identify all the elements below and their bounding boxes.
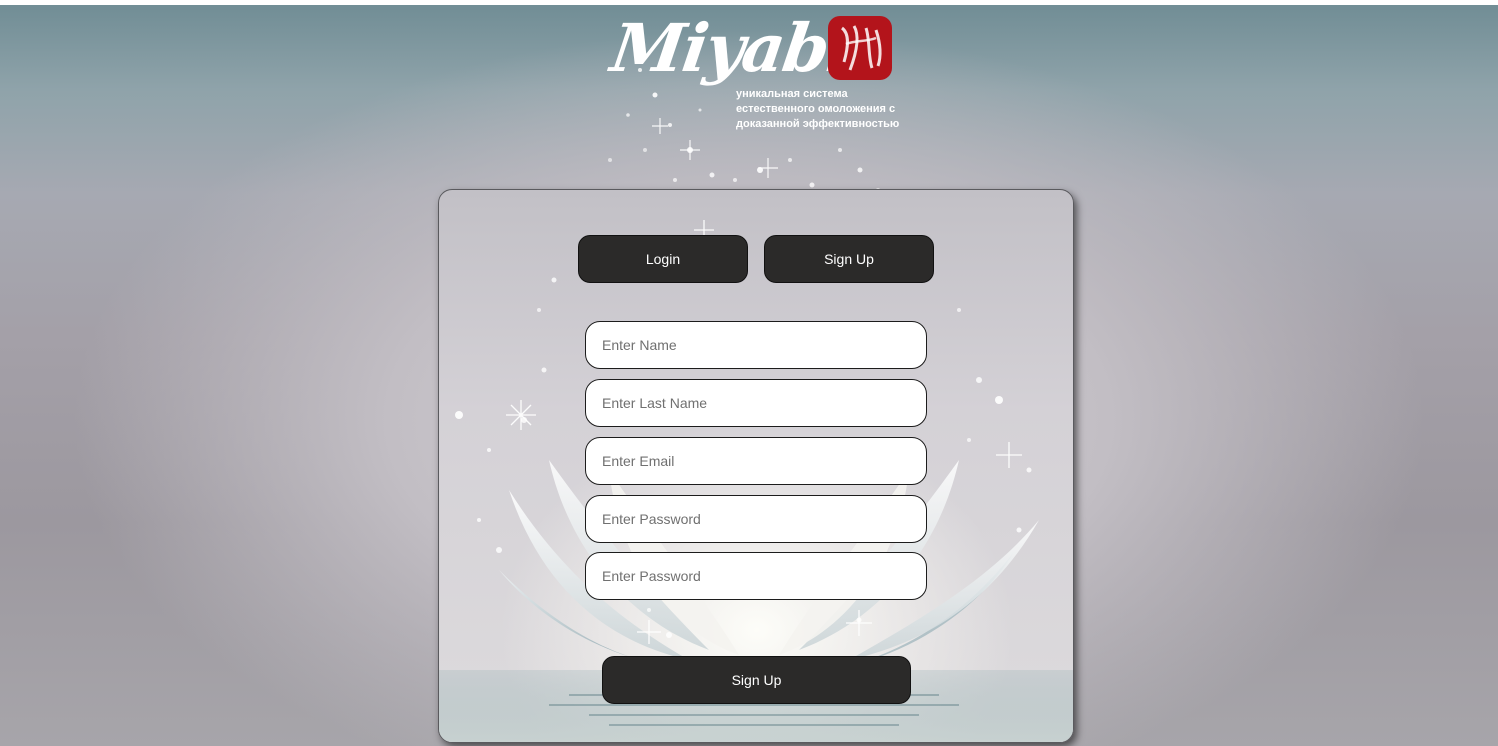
brand-tagline-line: доказанной эффективностью	[736, 118, 900, 130]
signup-submit-button[interactable]: Sign Up	[602, 656, 911, 704]
password-field[interactable]	[585, 495, 927, 543]
email-field[interactable]	[585, 437, 927, 485]
brand-tagline-line: естественного омоложения с	[736, 103, 896, 115]
tab-signup[interactable]: Sign Up	[764, 235, 934, 283]
brand-tagline: уникальная система естественного омоложе…	[736, 87, 912, 132]
signup-card: Login Sign Up Sign Up	[438, 189, 1074, 743]
brand-wordmark: Miyabi	[606, 9, 856, 87]
name-field[interactable]	[585, 321, 927, 369]
confirm-password-field[interactable]	[585, 552, 927, 600]
top-border-line	[0, 0, 1498, 5]
brand-tagline-line: уникальная система	[736, 88, 848, 100]
brand-seal-icon	[828, 16, 892, 80]
tab-login[interactable]: Login	[578, 235, 748, 283]
last-name-field[interactable]	[585, 379, 927, 427]
brand-logo: Miyabi уникальная система естественного …	[607, 8, 912, 138]
